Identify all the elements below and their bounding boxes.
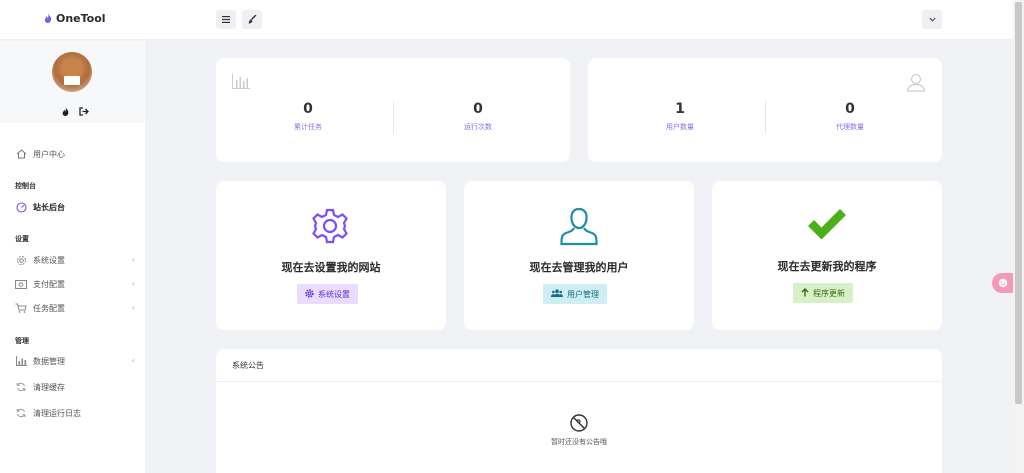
chevron-down-icon xyxy=(928,17,936,22)
user-icon xyxy=(560,206,598,250)
sidebar-item-user-center[interactable]: 用户中心 xyxy=(0,143,145,165)
action-card-update: 现在去更新我的程序 程序更新 xyxy=(712,181,942,330)
sidebar-item-admin[interactable]: 站长后台 xyxy=(0,196,145,218)
run-count-label: 运行次数 xyxy=(464,123,492,131)
sidebar-item-system-settings[interactable]: 系统设置 ‹ xyxy=(0,249,145,271)
fire-icon[interactable] xyxy=(62,101,69,120)
check-icon xyxy=(806,209,848,245)
section-manage: 管理 xyxy=(15,337,29,345)
notice-empty-text: 暂时还没有公告哦 xyxy=(551,438,607,446)
gear-icon xyxy=(305,288,314,300)
menu-toggle-button[interactable] xyxy=(216,10,236,29)
button-label: 系统设置 xyxy=(318,289,350,299)
sidebar-item-label: 系统设置 xyxy=(33,255,65,265)
theme-brush-button[interactable] xyxy=(242,10,262,29)
gear-icon xyxy=(311,207,349,249)
chevron-left-icon: ‹ xyxy=(131,279,135,288)
sidebar-item-clear-logs[interactable]: 清理运行日志 xyxy=(0,402,145,424)
button-label: 程序更新 xyxy=(813,288,845,298)
sidebar-item-label: 任务配置 xyxy=(33,303,65,313)
sidebar-item-clear-cache[interactable]: 清理缓存 xyxy=(0,376,145,398)
refresh-icon xyxy=(15,407,27,419)
users-icon xyxy=(551,289,563,299)
notice-card: 系统公告 暂时还没有公告哦 xyxy=(216,349,942,473)
logout-icon[interactable] xyxy=(79,101,89,120)
avatar[interactable] xyxy=(52,52,92,92)
home-icon xyxy=(15,148,27,160)
action-title: 现在去管理我的用户 xyxy=(529,261,629,274)
stats-card-tasks: 0 累计任务 0 运行次数 xyxy=(216,58,570,162)
sidebar: 用户中心 控制台 站长后台 设置 系统设置 ‹ 支付配置 ‹ 任务配置 ‹ 管理… xyxy=(0,41,145,473)
stats-card-users: 1 用户数量 0 代理数量 xyxy=(588,58,942,162)
flame-icon xyxy=(44,12,52,25)
program-update-button[interactable]: 程序更新 xyxy=(793,283,853,303)
arrow-up-icon xyxy=(801,287,809,299)
chevron-left-icon: ‹ xyxy=(131,356,135,365)
total-tasks-value: 0 xyxy=(303,101,313,117)
top-header: OneTool xyxy=(0,0,1013,40)
bar-chart-icon xyxy=(15,355,27,367)
sidebar-item-label: 清理运行日志 xyxy=(33,408,81,418)
section-settings: 设置 xyxy=(15,235,29,243)
agent-count-value: 0 xyxy=(845,101,855,117)
bar-chart-icon xyxy=(232,74,250,93)
notice-title: 系统公告 xyxy=(216,349,942,382)
sidebar-item-label: 站长后台 xyxy=(33,202,65,212)
sidebar-item-label: 数据管理 xyxy=(33,356,65,366)
cart-icon xyxy=(15,302,27,314)
gear-icon xyxy=(15,254,27,266)
action-card-users: 现在去管理我的用户 用户管理 xyxy=(464,181,694,330)
sidebar-item-task-config[interactable]: 任务配置 ‹ xyxy=(0,297,145,319)
refresh-icon xyxy=(15,381,27,393)
button-label: 用户管理 xyxy=(567,289,599,299)
money-bill-icon xyxy=(15,278,27,290)
sidebar-item-label: 支付配置 xyxy=(33,279,65,289)
sidebar-item-data-manage[interactable]: 数据管理 ‹ xyxy=(0,350,145,372)
chat-face-icon xyxy=(998,278,1008,288)
stat-divider xyxy=(393,100,394,134)
user-dropdown-button[interactable] xyxy=(922,10,942,29)
user-management-button[interactable]: 用户管理 xyxy=(543,284,607,304)
agent-count-label: 代理数量 xyxy=(836,123,864,131)
system-settings-button[interactable]: 系统设置 xyxy=(297,284,358,304)
float-contact-button[interactable] xyxy=(992,273,1014,293)
profile-panel xyxy=(0,41,145,123)
dashboard-gauge-icon xyxy=(15,201,27,213)
user-count-value: 1 xyxy=(675,101,685,117)
page-scrollbar[interactable] xyxy=(1013,0,1024,473)
sidebar-item-payment-config[interactable]: 支付配置 ‹ xyxy=(0,273,145,295)
action-card-settings: 现在去设置我的网站 系统设置 xyxy=(216,181,446,330)
chevron-left-icon: ‹ xyxy=(131,255,135,264)
brand-logo[interactable]: OneTool xyxy=(44,12,106,25)
sidebar-item-label: 用户中心 xyxy=(33,149,65,159)
app-title: OneTool xyxy=(56,12,106,25)
brush-icon xyxy=(248,15,256,24)
action-title: 现在去设置我的网站 xyxy=(281,261,381,274)
action-title: 现在去更新我的程序 xyxy=(777,260,877,273)
section-console: 控制台 xyxy=(15,182,36,190)
user-outline-icon xyxy=(906,72,926,96)
sidebar-item-label: 清理缓存 xyxy=(33,382,65,392)
total-tasks-label: 累计任务 xyxy=(294,123,322,131)
scrollbar-thumb[interactable] xyxy=(1015,2,1022,404)
chevron-left-icon: ‹ xyxy=(131,303,135,312)
ban-icon xyxy=(570,414,588,436)
hamburger-menu-icon xyxy=(222,16,230,23)
stat-divider xyxy=(765,100,766,134)
user-count-label: 用户数量 xyxy=(666,123,694,131)
run-count-value: 0 xyxy=(473,101,483,117)
